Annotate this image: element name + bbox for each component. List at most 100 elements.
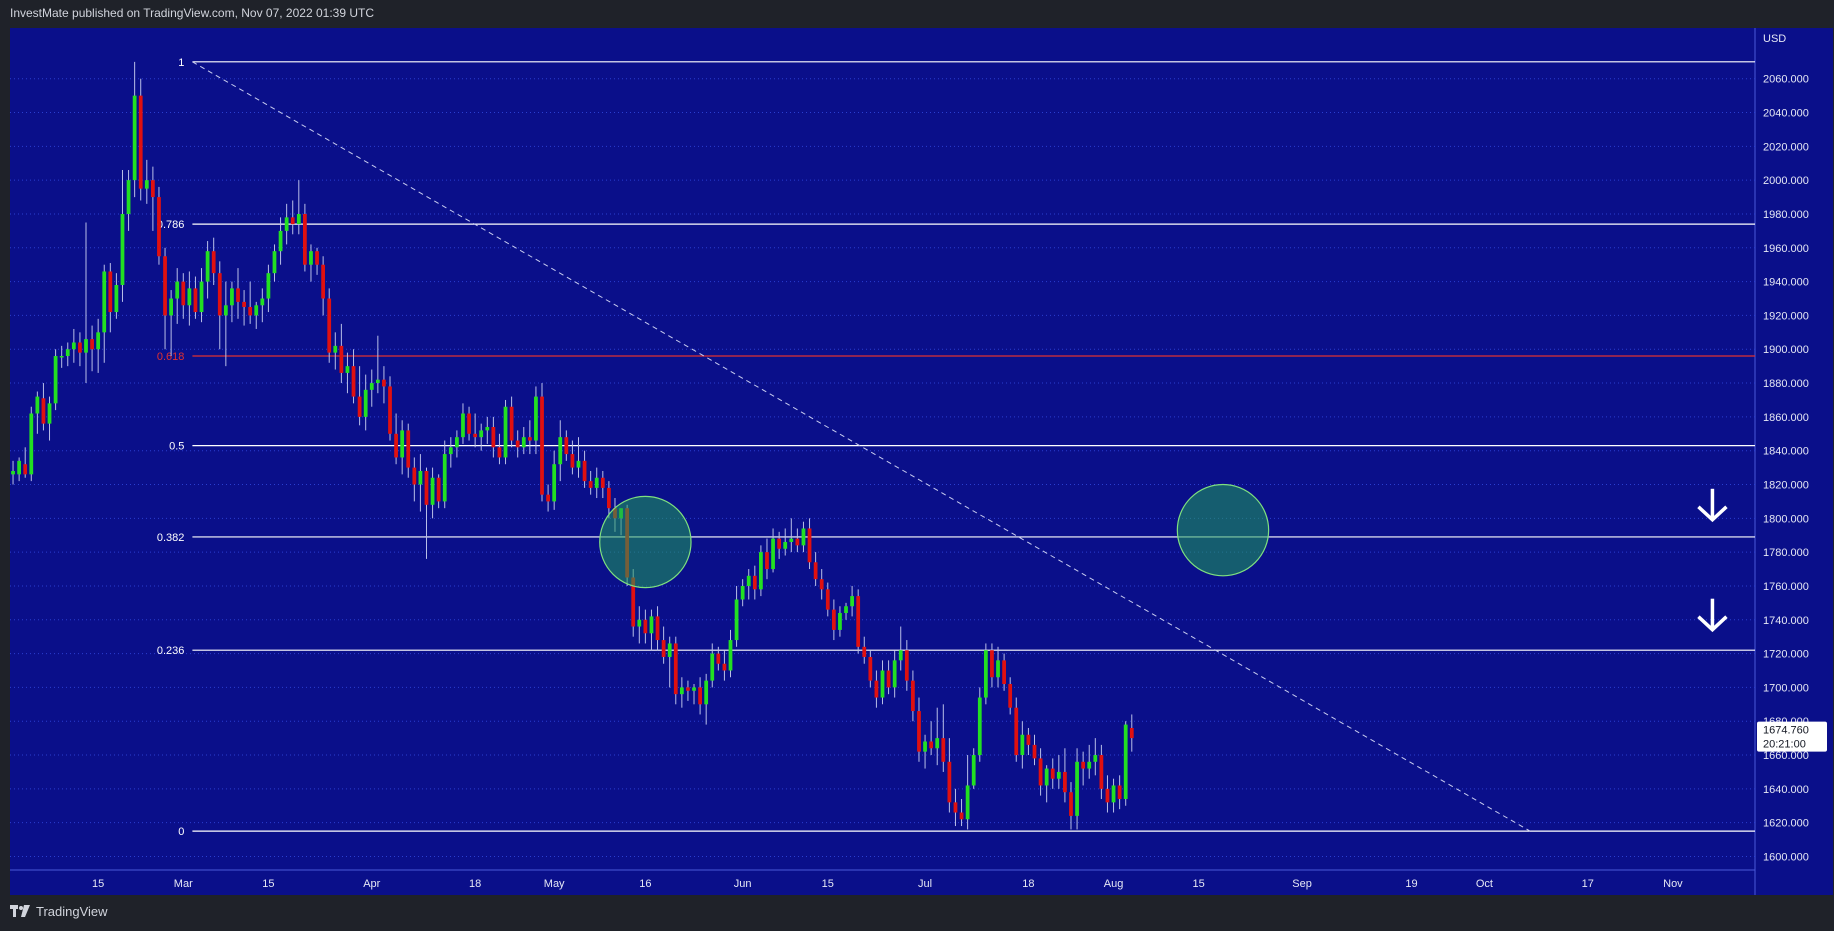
candle-body (278, 230, 283, 252)
candle-body (303, 213, 307, 265)
candle-body (765, 552, 769, 570)
candle-body (874, 680, 879, 698)
candle-body (716, 653, 721, 664)
candle-body (521, 437, 526, 448)
candle-body (1038, 758, 1043, 786)
candle-body (412, 467, 417, 485)
candle-body (570, 454, 575, 468)
candle-body (132, 95, 137, 181)
time-tick-label: 15 (822, 878, 834, 890)
price-tick-label: 1880.000 (1763, 378, 1809, 390)
price-tick-label: 1940.000 (1763, 277, 1809, 289)
candle-body (1069, 792, 1073, 816)
tradingview-logo-icon (10, 904, 30, 917)
candle-body (643, 619, 648, 634)
candle-body (850, 596, 854, 607)
candle-body (126, 180, 131, 214)
candle-body (108, 271, 113, 313)
candle-body (886, 670, 891, 688)
candle-body (455, 437, 459, 448)
candle-body (35, 396, 40, 414)
candle (53, 349, 58, 411)
candle-body (1123, 724, 1128, 799)
candle-body (673, 643, 678, 695)
candle-body (400, 430, 405, 458)
axis-currency-label: USD (1763, 33, 1786, 45)
candle-countdown: 20:21:00 (1763, 739, 1806, 751)
candle-body (923, 741, 927, 752)
candle-body (1081, 761, 1086, 769)
chart-frame[interactable]: 1 0.786 0.618 0.5 0.382 0.236 0 USD 2060.000 2040… (10, 28, 1833, 895)
price-tick-label: 1720.000 (1763, 649, 1809, 661)
candle-body (552, 464, 557, 502)
candle-body (771, 538, 775, 570)
candle-body (321, 264, 326, 299)
fib-level-label: 0.5 (169, 441, 184, 453)
price-tick-label: 1700.000 (1763, 682, 1809, 694)
candle-body (904, 650, 909, 681)
candle-body (59, 356, 64, 358)
candle-body (17, 460, 22, 475)
price-chart[interactable]: 10.7860.6180.50.3820.2360USD2060.0002040… (10, 28, 1833, 895)
price-tick-label: 1820.000 (1763, 480, 1809, 492)
price-tick-label: 2060.000 (1763, 74, 1809, 86)
candle-body (363, 389, 368, 417)
candle (503, 399, 508, 465)
candle-body (807, 528, 812, 563)
candle-body (564, 437, 569, 455)
candle-body (406, 430, 411, 468)
candle-body (947, 761, 952, 803)
candle (977, 687, 982, 762)
candle-body (1111, 785, 1116, 803)
time-tick-label: 17 (1582, 878, 1594, 890)
price-tick-label: 2020.000 (1763, 141, 1809, 153)
candle (540, 383, 544, 502)
candle (1123, 721, 1128, 806)
candle-body (102, 271, 107, 333)
candle-body (78, 342, 82, 353)
candle-body (838, 613, 842, 630)
candle-body (163, 256, 167, 316)
candle-body (53, 356, 58, 404)
price-tick-label: 2040.000 (1763, 108, 1809, 120)
candle-body (661, 640, 666, 657)
candle-body (941, 738, 946, 762)
candle-body (704, 680, 709, 705)
candle-body (223, 305, 228, 316)
candle-body (655, 616, 660, 641)
candle-body (752, 575, 757, 590)
candle-body (1075, 761, 1079, 816)
candle-body (971, 755, 976, 786)
candle-body (588, 481, 593, 488)
price-tick-label: 1860.000 (1763, 412, 1809, 424)
candle-body (819, 579, 824, 590)
candle-body (789, 538, 794, 542)
highlight-circle (599, 495, 692, 589)
candle-body (461, 413, 465, 438)
candle-body (1014, 707, 1019, 756)
candle-body (759, 552, 763, 590)
time-tick-label: 15 (1193, 878, 1205, 890)
candle (138, 78, 143, 201)
candle-body (351, 366, 356, 397)
candle-body (1008, 684, 1013, 708)
candle-body (546, 494, 550, 502)
candle-body (911, 680, 915, 712)
candle-body (740, 585, 745, 600)
candle-body (169, 298, 174, 316)
price-tick-label: 1660.000 (1763, 750, 1809, 762)
candle-body (710, 653, 715, 681)
candle-body (120, 213, 125, 285)
candle-body (868, 656, 873, 681)
candle-body (990, 650, 994, 678)
time-tick-label: 15 (262, 878, 274, 890)
candle-body (1056, 771, 1061, 779)
price-tick-label: 1760.000 (1763, 581, 1809, 593)
candle-body (600, 477, 605, 488)
candle-body (801, 528, 806, 546)
candle-body (527, 437, 532, 441)
fib-level-label: 0.786 (157, 219, 185, 231)
candle-body (96, 332, 101, 350)
candle-body (430, 477, 435, 505)
candle-body (47, 403, 52, 424)
